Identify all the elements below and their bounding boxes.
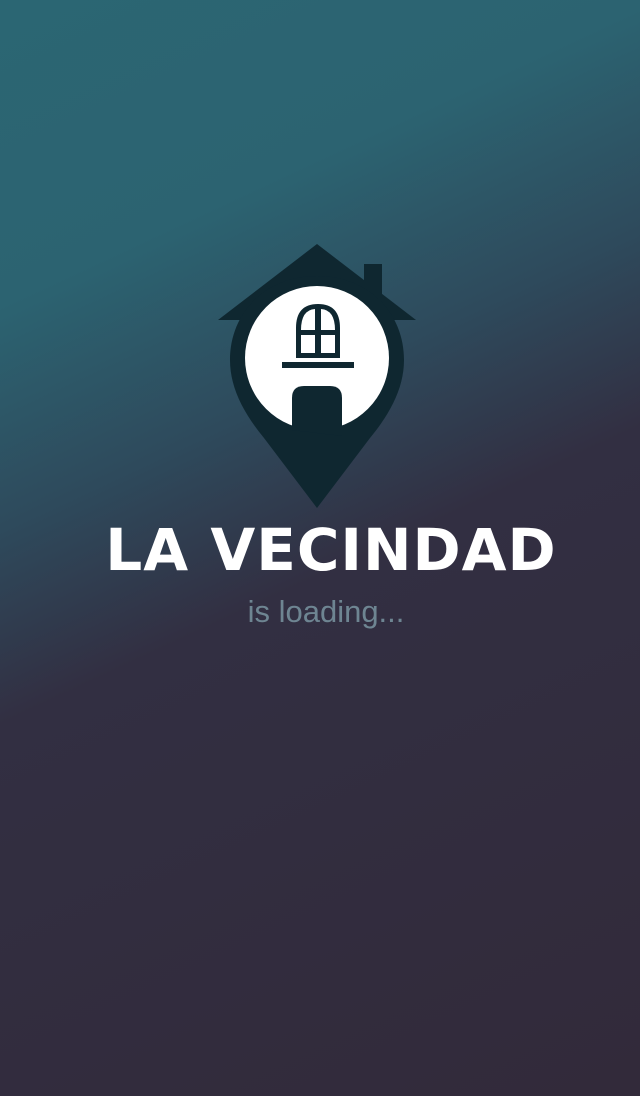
house-location-pin-icon <box>218 244 416 508</box>
loading-status-text: is loading... <box>247 594 405 629</box>
app-title: LA VECINDAD <box>105 516 557 584</box>
